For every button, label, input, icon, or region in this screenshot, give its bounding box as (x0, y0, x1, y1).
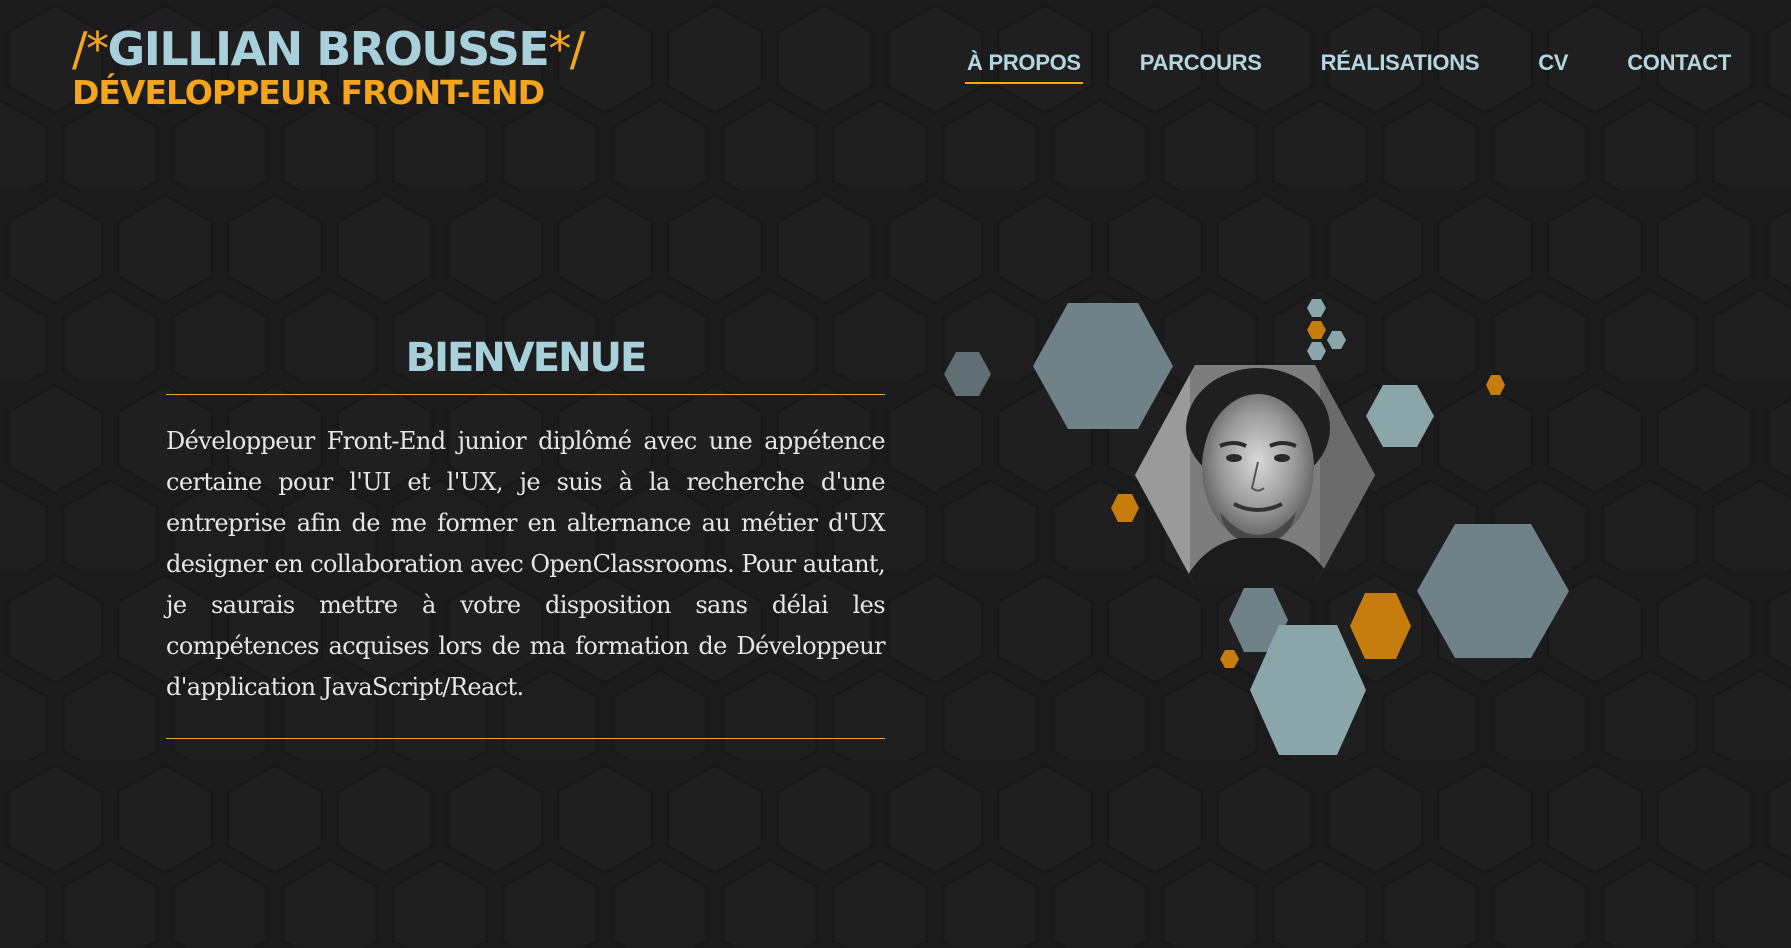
intro-section: BIENVENUE Développeur Front-End junior d… (166, 330, 886, 739)
nav-item-cv[interactable]: CV (1536, 50, 1570, 84)
hex-decor-tiny-2 (1327, 331, 1346, 349)
nav-item-parcours[interactable]: PARCOURS (1138, 50, 1264, 84)
hex-decor-tiny-orange-right (1486, 375, 1505, 395)
site-logo[interactable]: /*GILLIAN BROUSSE*/ DÉVELOPPEUR FRONT-EN… (72, 22, 585, 112)
hex-decor-tiny-3 (1307, 342, 1326, 360)
intro-bottom-divider (166, 738, 885, 739)
logo-name: /*GILLIAN BROUSSE*/ (72, 22, 585, 76)
hex-decor-right-top (1366, 385, 1434, 447)
intro-title: BIENVENUE (405, 335, 648, 381)
logo-name-text: GILLIAN BROUSSE (107, 22, 550, 76)
hexagon-portrait-cluster (944, 299, 1569, 755)
main-nav: À PROPOS PARCOURS RÉALISATIONS CV CONTAC… (910, 50, 1733, 84)
hex-decor-orange-mid (1350, 593, 1411, 659)
hex-decor-tiny-orange (1307, 321, 1326, 339)
nav-item-contact[interactable]: CONTACT (1625, 50, 1733, 84)
hex-decor-tiny-1 (1307, 299, 1326, 317)
logo-comment-close: */ (548, 22, 585, 76)
nav-item-a-propos[interactable]: À PROPOS (965, 50, 1083, 84)
intro-text: Développeur Front-End junior diplômé ave… (166, 427, 886, 701)
hex-decor-top-left (1033, 303, 1173, 429)
hex-decor-orange-left (1111, 494, 1139, 522)
hex-decor-tiny-orange-bottom (1220, 650, 1239, 668)
hex-decor-left (944, 352, 991, 396)
logo-subtitle: DÉVELOPPEUR FRONT-END (72, 73, 545, 112)
logo-comment-open: /* (72, 22, 109, 76)
hex-decor-right-big (1417, 524, 1569, 658)
portrait (1135, 365, 1375, 585)
intro-top-divider (166, 394, 885, 395)
nav-item-realisations[interactable]: RÉALISATIONS (1319, 50, 1482, 84)
